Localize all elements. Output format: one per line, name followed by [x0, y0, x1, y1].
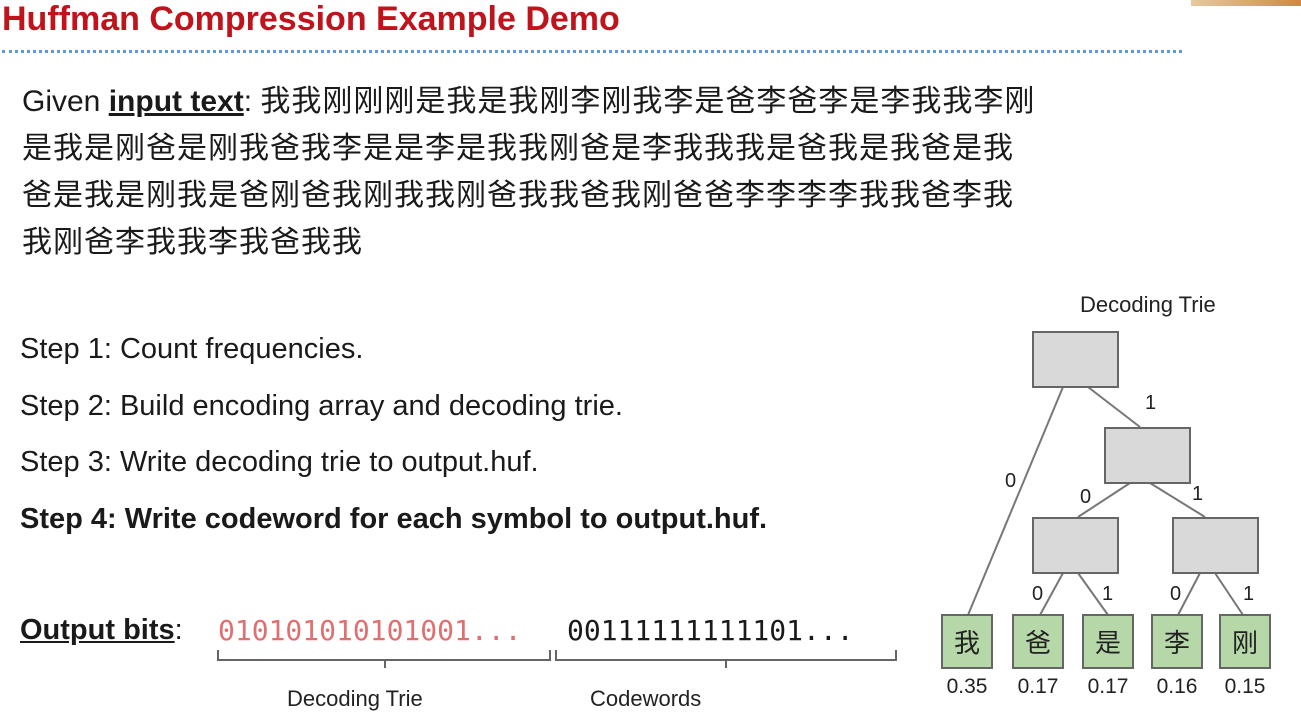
leaf-symbol-4: 刚	[1232, 629, 1258, 659]
edge-root-1	[1087, 386, 1141, 428]
leaf-symbol-3: 李	[1164, 629, 1190, 659]
edge-label-n3-0: 0	[1170, 583, 1181, 605]
codeword-bits-brace	[555, 650, 897, 668]
trie-internal-node-3	[1172, 517, 1259, 574]
leaf-freq-0: 0.35	[947, 675, 988, 698]
leaf-symbol-2: 是	[1095, 629, 1121, 659]
leaf-freq-4: 0.15	[1225, 675, 1266, 698]
leaf-freq-3: 0.16	[1157, 675, 1198, 698]
decoding-trie-brace-label: Decoding Trie	[287, 686, 423, 711]
edge-n3-1	[1214, 572, 1244, 616]
edge-label-n3-1: 1	[1243, 583, 1254, 605]
leaf-symbol-1: 爸	[1025, 629, 1051, 659]
trie-internal-node-1	[1104, 427, 1191, 484]
codewords-brace-label: Codewords	[590, 686, 702, 711]
edge-label-n1-1: 1	[1192, 483, 1203, 505]
edge-label-n2-1: 1	[1102, 583, 1113, 605]
leaf-freq-1: 0.17	[1018, 675, 1059, 698]
trie-bits-brace	[217, 650, 551, 668]
edge-root-0	[967, 386, 1064, 616]
decoding-trie-diagram: 0 1 0 1 0 1 0 1 我 爸 是 李 刚 0.35 0.17 0.17…	[941, 331, 1271, 698]
edge-label-root-0: 0	[1005, 470, 1016, 492]
edge-n3-0	[1177, 572, 1201, 616]
leaf-symbol-0: 我	[954, 629, 980, 659]
edge-n2-0	[1039, 572, 1064, 616]
trie-root-node	[1032, 331, 1119, 388]
edge-label-n1-0: 0	[1080, 486, 1091, 508]
leaf-freq-2: 0.17	[1088, 675, 1129, 698]
trie-internal-node-2	[1032, 517, 1119, 574]
edge-label-n2-0: 0	[1032, 583, 1043, 605]
edge-label-root-1: 1	[1145, 392, 1156, 414]
